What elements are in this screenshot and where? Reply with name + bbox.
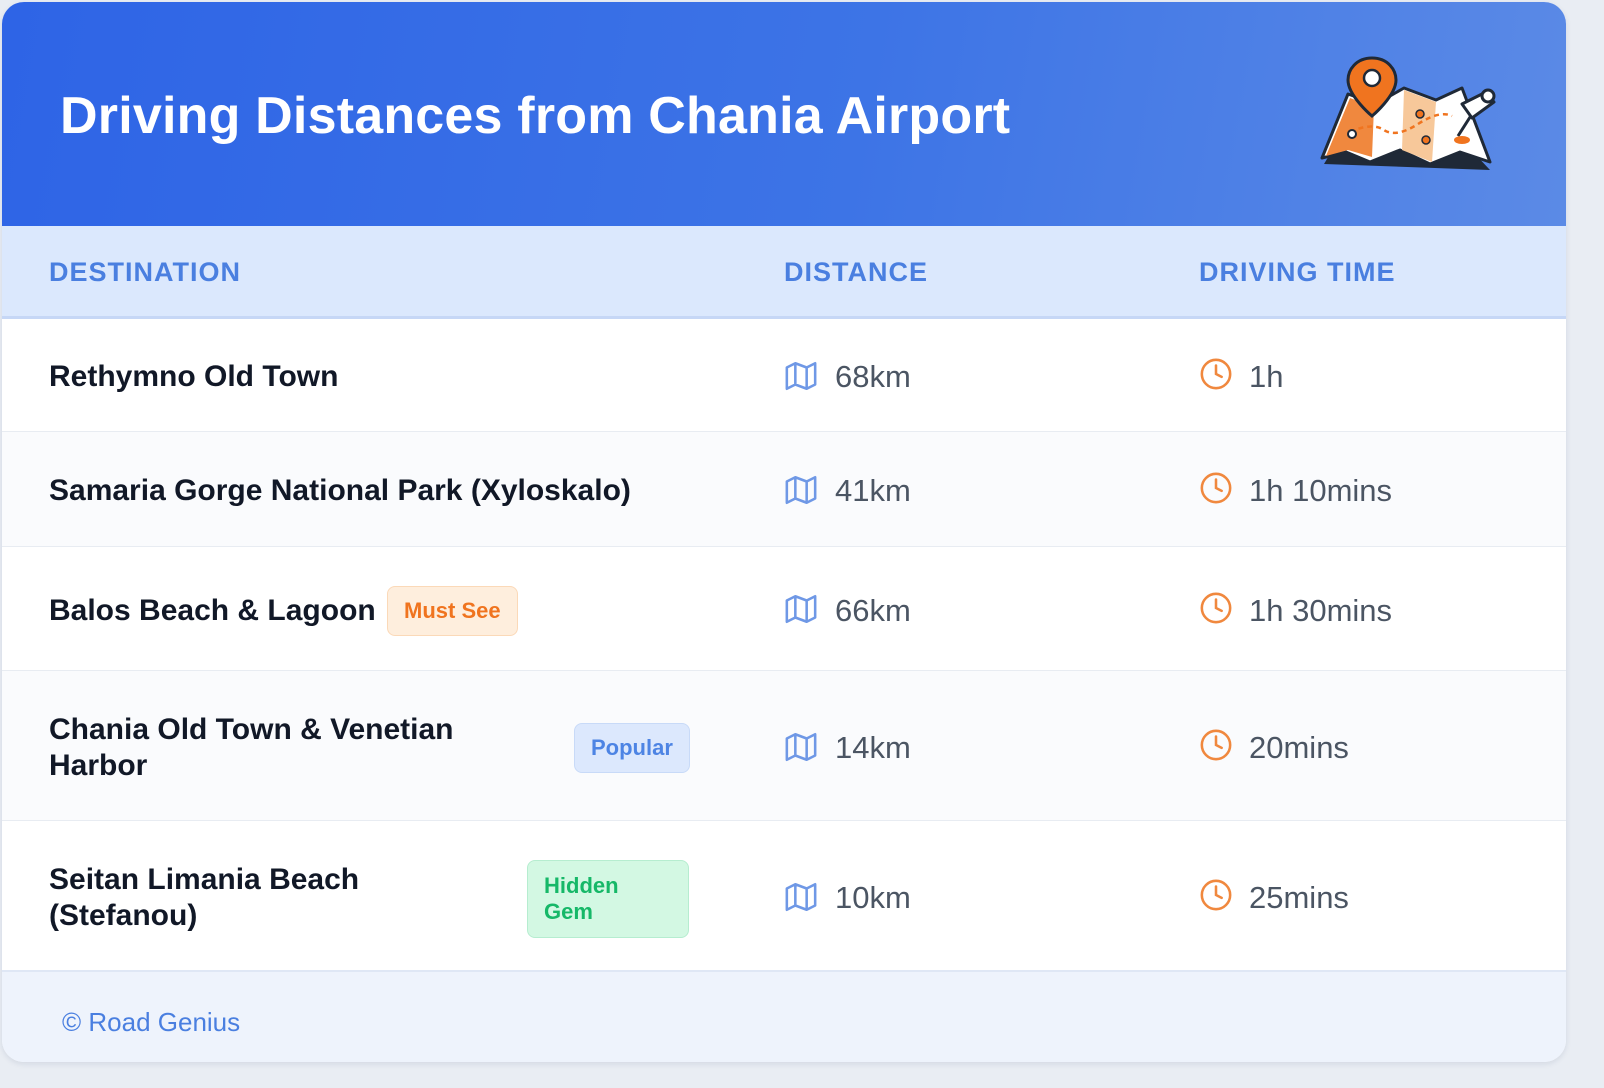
map-icon xyxy=(785,594,817,624)
map-icon xyxy=(785,475,817,505)
driving-time-value: 1h 10mins xyxy=(1249,473,1393,508)
map-icon xyxy=(785,882,817,912)
clock-icon xyxy=(1200,358,1232,390)
table-row: Balos Beach & Lagoon Must See 66km 1h 30… xyxy=(2,547,1566,671)
table-row: Samaria Gorge National Park (Xyloskalo) … xyxy=(2,432,1566,547)
column-header-driving-time: DRIVING TIME xyxy=(1199,257,1396,287)
clock-icon xyxy=(1200,729,1232,761)
clock-icon xyxy=(1200,592,1232,624)
map-icon xyxy=(785,732,817,762)
badge-popular: Popular xyxy=(574,723,690,773)
table-row: Seitan Limania Beach (Stefanou) Hidden G… xyxy=(2,821,1566,970)
badge-hidden-gem: Hidden Gem xyxy=(527,860,689,938)
driving-time-value: 1h xyxy=(1249,359,1284,394)
driving-time-value: 25mins xyxy=(1249,880,1349,915)
destination-name: Rethymno Old Town xyxy=(49,360,339,393)
distance-value: 66km xyxy=(835,593,911,628)
footer-credit: © Road Genius xyxy=(62,1007,241,1037)
destination-name: Seitan Limania Beach (Stefanou) xyxy=(49,863,360,932)
page-title: Driving Distances from Chania Airport xyxy=(60,87,1011,145)
column-header-distance: DISTANCE xyxy=(784,257,929,287)
destination-name: Chania Old Town & Venetian Harbor xyxy=(49,713,454,782)
distance-value: 41km xyxy=(835,473,911,508)
destination-name: Samaria Gorge National Park (Xyloskalo) xyxy=(49,474,631,507)
table-header: DESTINATION DISTANCE DRIVING TIME xyxy=(2,226,1566,319)
map-illustration-icon xyxy=(1320,56,1496,170)
table-row: Rethymno Old Town 68km 1h xyxy=(2,319,1566,432)
badge-must-see: Must See xyxy=(387,586,518,636)
destination-name: Balos Beach & Lagoon xyxy=(49,594,376,627)
map-icon xyxy=(785,361,817,391)
driving-time-value: 20mins xyxy=(1249,730,1349,765)
distance-card: Driving Distances from Chania Airport DE… xyxy=(2,2,1566,1062)
distance-value: 14km xyxy=(835,730,911,765)
table-row: Chania Old Town & Venetian Harbor Popula… xyxy=(2,671,1566,821)
distance-value: 10km xyxy=(835,880,911,915)
driving-time-value: 1h 30mins xyxy=(1249,593,1393,628)
footer: © Road Genius xyxy=(2,970,1566,1062)
clock-icon xyxy=(1200,472,1232,504)
column-header-destination: DESTINATION xyxy=(49,257,241,287)
header-banner: Driving Distances from Chania Airport xyxy=(2,2,1566,226)
clock-icon xyxy=(1200,879,1232,911)
distance-value: 68km xyxy=(835,359,911,394)
